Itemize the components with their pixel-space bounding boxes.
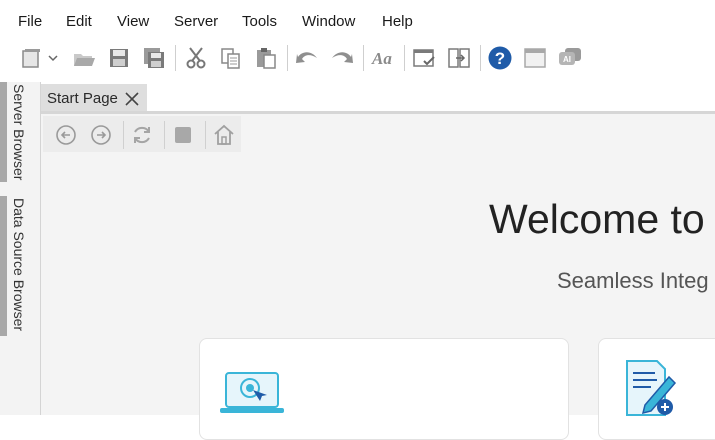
welcome-subtitle: Seamless Integ: [557, 268, 709, 293]
home-icon[interactable]: [209, 120, 239, 150]
feature-card[interactable]: [598, 338, 715, 440]
nav-separator: [205, 121, 206, 149]
open-folder-icon[interactable]: [70, 44, 98, 72]
svg-text:?: ?: [495, 49, 505, 68]
welcome-heading: Welcome to: [489, 196, 705, 242]
forward-icon[interactable]: [86, 120, 116, 150]
font-icon[interactable]: Aa: [369, 44, 397, 72]
svg-text:AI: AI: [563, 55, 571, 64]
menu-tools[interactable]: Tools: [242, 13, 277, 31]
help-icon[interactable]: ?: [486, 44, 514, 72]
check-window-icon[interactable]: [410, 44, 438, 72]
close-icon[interactable]: [125, 92, 139, 106]
tab-label: Start Page: [47, 90, 118, 107]
save-all-icon[interactable]: [140, 44, 168, 72]
window-icon[interactable]: [521, 44, 549, 72]
menu-view[interactable]: View: [117, 13, 149, 31]
data-source-browser-tab[interactable]: Data Source Browser: [10, 198, 28, 331]
server-browser-tab-marker[interactable]: [0, 82, 7, 182]
dropdown-arrow-icon[interactable]: [46, 44, 60, 72]
cut-icon[interactable]: [182, 44, 210, 72]
tab-start-page[interactable]: Start Page: [41, 84, 147, 112]
menu-bar: File Edit View Server Tools Window Help: [0, 0, 715, 42]
document-tab-strip: Start Page: [41, 82, 715, 112]
toolbar-separator: [480, 45, 481, 71]
refresh-icon[interactable]: [127, 120, 157, 150]
svg-text:Aa: Aa: [371, 49, 392, 68]
paste-icon[interactable]: [252, 44, 280, 72]
navigation-bar: [43, 116, 241, 152]
side-panel: Server Browser Data Source Browser: [0, 82, 41, 415]
menu-server[interactable]: Server: [174, 13, 218, 31]
save-icon[interactable]: [105, 44, 133, 72]
server-browser-tab[interactable]: Server Browser: [10, 84, 28, 180]
new-document-icon[interactable]: [17, 44, 45, 72]
start-page-content: Welcome to Seamless Integ: [41, 114, 715, 440]
toolbar-separator: [287, 45, 288, 71]
menu-edit[interactable]: Edit: [66, 13, 92, 31]
undo-icon[interactable]: [293, 44, 321, 72]
nav-separator: [164, 121, 165, 149]
toolbar-separator: [404, 45, 405, 71]
copy-icon[interactable]: [217, 44, 245, 72]
menu-help[interactable]: Help: [382, 13, 413, 31]
redo-icon[interactable]: [328, 44, 356, 72]
feature-card[interactable]: [199, 338, 569, 440]
ai-chat-icon[interactable]: AI: [556, 44, 584, 72]
toolbar-separator: [363, 45, 364, 71]
back-icon[interactable]: [51, 120, 81, 150]
toolbar: Aa ? AI: [0, 42, 715, 74]
compare-icon[interactable]: [445, 44, 473, 72]
nav-separator: [123, 121, 124, 149]
menu-window[interactable]: Window: [302, 13, 355, 31]
edit-document-icon: [623, 357, 683, 422]
stop-icon[interactable]: [168, 120, 198, 150]
monitor-click-icon: [220, 371, 284, 420]
menu-file[interactable]: File: [18, 13, 42, 31]
data-source-browser-tab-marker[interactable]: [0, 196, 7, 336]
toolbar-separator: [175, 45, 176, 71]
